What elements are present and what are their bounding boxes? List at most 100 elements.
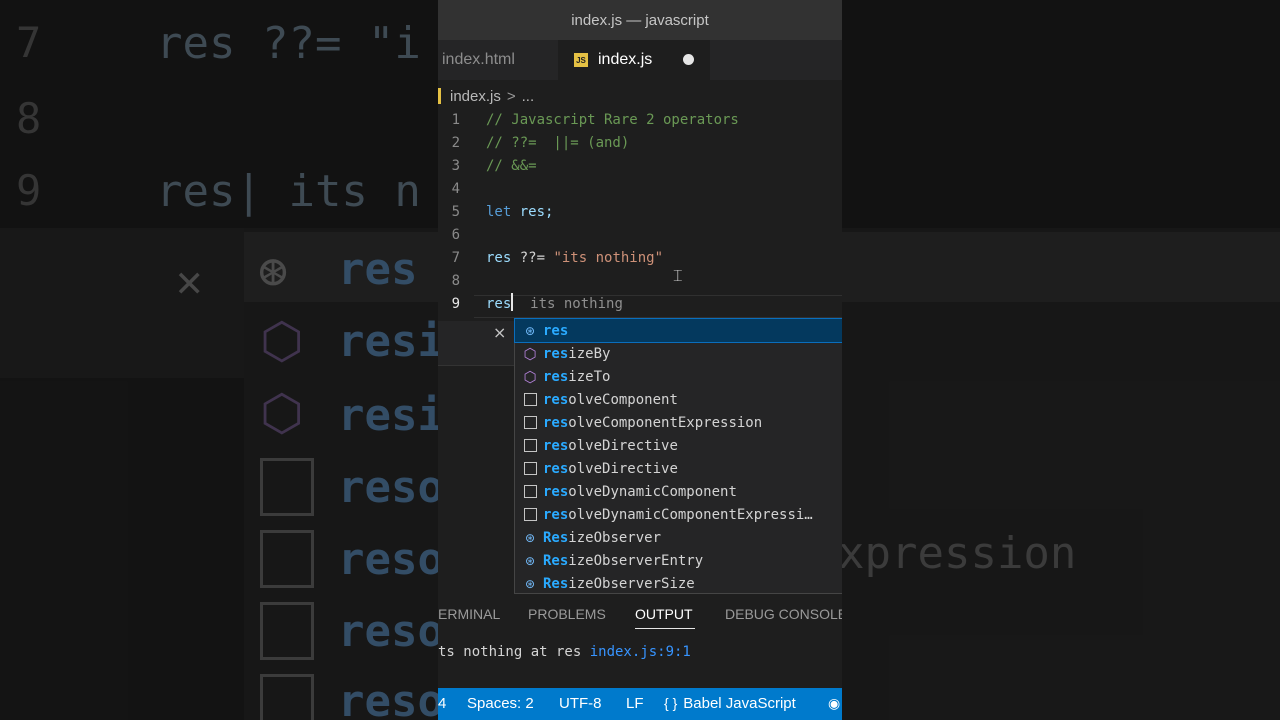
suggestion-label: resolveDirective (543, 438, 678, 454)
tab-output[interactable]: OUTPUT (635, 606, 693, 622)
variable-token: res (486, 250, 512, 266)
line-number: 5 (451, 204, 460, 220)
code-line: 7 res ??= "its nothing" (438, 247, 842, 270)
code-line-active: 9 res its nothing (438, 293, 842, 316)
suggestion-label: resolveComponentExpression (543, 415, 762, 431)
suggestion-match: res (543, 460, 569, 477)
suggestion-match: res (543, 414, 569, 431)
box-icon (519, 462, 541, 475)
tab-index-js[interactable]: JS index.js (558, 40, 710, 80)
suggestion-label: ResizeObserver (543, 530, 661, 546)
suggestion-item[interactable]: resolveComponent (515, 388, 842, 411)
suggestion-label: resolveDynamicComponentExpressi… (543, 507, 813, 523)
suggestion-item[interactable]: resolveDirective (515, 434, 842, 457)
suggestion-rest: olveDynamicComponentExpressi… (568, 506, 813, 523)
suggestion-item[interactable]: resolveDirective (515, 457, 842, 480)
suggestion-match: Res (543, 552, 569, 569)
suggestion-rest: izeObserverEntry (568, 552, 704, 569)
inline-value-hint: its nothing (513, 296, 623, 312)
status-language[interactable]: { } Babel JavaScript (664, 695, 796, 712)
line-number: 6 (451, 227, 460, 243)
suggestion-rest: olveDynamicComponent (568, 483, 737, 500)
suggestion-item[interactable]: resolveComponentExpression (515, 411, 842, 434)
suggestion-item[interactable]: ⊛ res (514, 318, 842, 343)
suggestion-label: res (543, 323, 568, 339)
line-number: 3 (451, 158, 460, 174)
tab-index-html[interactable]: index.html (438, 40, 558, 80)
code-text: res ??= "its nothing" (486, 247, 663, 270)
suggestion-match: res (543, 483, 569, 500)
breadcrumb-more[interactable]: ... (522, 88, 535, 105)
suggestion-item[interactable]: ⊛ ResizeObserverEntry (515, 549, 842, 572)
comment-text: // &&= (486, 158, 537, 174)
editor-tabs: index.html JS index.js (438, 40, 842, 80)
suggestion-rest: olveDirective (568, 460, 678, 477)
tab-label: index.html (442, 51, 515, 68)
suggestion-rest: izeObserverSize (568, 575, 695, 592)
box-icon (519, 508, 541, 521)
suggestion-item[interactable]: resolveDynamicComponentExpressi… (515, 503, 842, 526)
suggestion-label: resolveComponent (543, 392, 678, 408)
unsaved-dot-icon[interactable] (683, 54, 694, 65)
operator-token: ??= (511, 250, 554, 266)
string-token: "its nothing" (553, 250, 664, 266)
suggestion-label: resolveDirective (543, 461, 678, 477)
close-icon[interactable]: × (493, 323, 506, 342)
suggestion-match: res (543, 391, 569, 408)
line-number: 4 (451, 181, 460, 197)
status-bar: 4 Spaces: 2 UTF-8 LF { } Babel JavaScript… (438, 688, 842, 720)
suggestion-item[interactable]: ⊛ ResizeObserver (515, 526, 842, 549)
code-line: 6 (438, 224, 842, 247)
chevron-right-icon: > (506, 87, 516, 105)
code-line: 1 // Javascript Rare 2 operators (438, 109, 842, 132)
comment-text: // ??= ||= (and) (486, 135, 630, 151)
keyword-token: let (486, 204, 512, 220)
code-line: 3 // &&= (438, 155, 842, 178)
code-line: 8 (438, 270, 842, 293)
suggestion-item[interactable]: ⊛ ResizeObserverSize (515, 572, 842, 595)
variable-token: res; (511, 204, 554, 220)
tab-problems[interactable]: PROBLEMS (528, 606, 606, 622)
line-number: 1 (451, 112, 460, 128)
code-line: 5 let res; (438, 201, 842, 224)
breadcrumb: index.js > ... (438, 84, 842, 108)
suggestion-match: Res (543, 575, 569, 592)
line-number: 8 (451, 273, 460, 289)
line-number: 7 (451, 250, 460, 266)
breadcrumb-file[interactable]: index.js (450, 88, 501, 105)
suggestion-rest: olveDirective (568, 437, 678, 454)
variable-icon: ⊛ (524, 576, 536, 591)
tab-label: index.js (598, 51, 653, 68)
window-title: index.js — javascript (571, 11, 709, 29)
suggestion-rest: olveComponentExpression (568, 414, 763, 431)
output-source-link[interactable]: index.js:9:1 (590, 644, 691, 660)
suggestion-item[interactable]: ⬡ resizeBy (515, 342, 842, 365)
title-bar: index.js — javascript (438, 0, 842, 40)
status-column[interactable]: 4 (438, 695, 446, 712)
box-icon (519, 393, 541, 406)
method-icon: ⬡ (523, 367, 537, 386)
suggestion-match: res (543, 322, 569, 339)
mouse-ibeam-icon: ⌶ (673, 266, 683, 285)
suggestion-item[interactable]: ⬡ resizeTo (515, 365, 842, 388)
box-icon (519, 439, 541, 452)
suggestion-label: resizeTo (543, 369, 610, 385)
suggestion-match: res (543, 506, 569, 523)
status-indentation[interactable]: Spaces: 2 (467, 695, 534, 712)
suggestion-match: Res (543, 529, 569, 546)
tab-debug-console[interactable]: DEBUG CONSOLE (725, 606, 842, 622)
code-line: 4 (438, 178, 842, 201)
line-number: 2 (451, 135, 460, 151)
suggestion-item[interactable]: resolveDynamicComponent (515, 480, 842, 503)
status-eol[interactable]: LF (626, 695, 644, 712)
suggest-widget: ⊛ res ⬡ resizeBy ⬡ resizeTo resolveComponent re… (514, 318, 842, 594)
suggestion-rest: izeObserver (568, 529, 662, 546)
suggestion-rest: olveComponent (568, 391, 678, 408)
feedback-icon[interactable]: ◉ (828, 695, 840, 712)
tab-terminal[interactable]: ERMINAL (438, 606, 500, 622)
vscode-window: index.js — javascript index.html JS inde… (438, 0, 842, 720)
status-encoding[interactable]: UTF-8 (559, 695, 602, 712)
comment-text: // Javascript Rare 2 operators (486, 112, 739, 128)
variable-icon: ⊛ (524, 530, 536, 545)
js-file-icon: JS (574, 53, 588, 67)
